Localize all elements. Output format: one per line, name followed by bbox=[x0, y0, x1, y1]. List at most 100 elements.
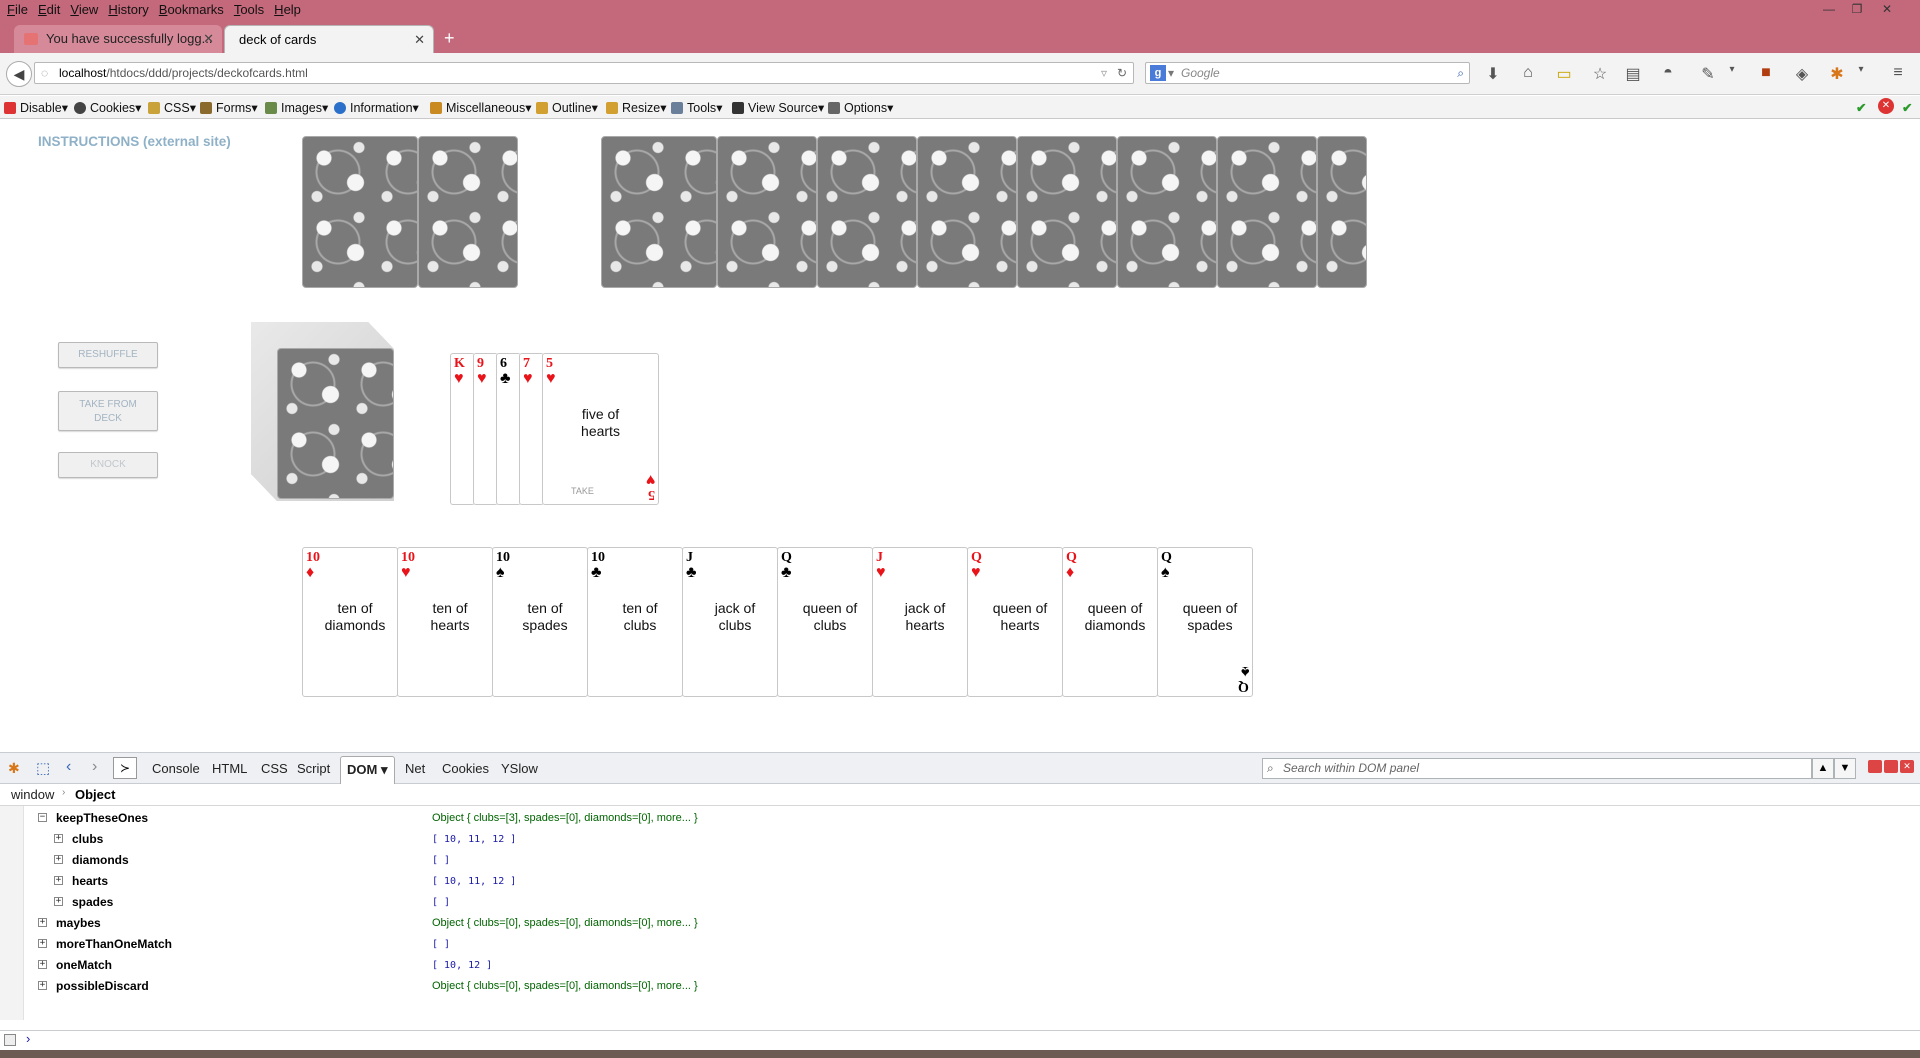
dom-tree-row[interactable]: + spades [ ] bbox=[0, 892, 1920, 913]
dom-tree-row[interactable]: + possibleDiscard Object { clubs=[0], spad… bbox=[0, 976, 1920, 997]
dom-key[interactable]: keepTheseOnes bbox=[56, 808, 148, 829]
menu-help[interactable]: Help bbox=[271, 0, 308, 20]
search-engine-dropdown-icon[interactable]: ▾ bbox=[1168, 63, 1174, 83]
menu-tools[interactable]: Tools bbox=[231, 0, 271, 20]
tab-html[interactable]: HTML bbox=[212, 761, 247, 776]
share-icon[interactable]: ◈ bbox=[1792, 64, 1812, 84]
close-tab-icon[interactable]: ✕ bbox=[414, 32, 425, 48]
dom-value[interactable]: Object { clubs=[3], spades=[0], diamonds… bbox=[432, 808, 698, 829]
take-label[interactable]: TAKE bbox=[571, 486, 594, 496]
expand-icon[interactable]: + bbox=[38, 981, 47, 990]
command-line[interactable]: › bbox=[0, 1030, 1920, 1050]
dom-value[interactable]: [ 10, 11, 12 ] bbox=[432, 829, 516, 850]
back-icon[interactable]: ‹ bbox=[66, 758, 71, 776]
command-editor-icon[interactable]: ≻ bbox=[113, 757, 137, 779]
knock-button[interactable]: KNOCK bbox=[58, 452, 158, 478]
breadcrumb-window[interactable]: window bbox=[11, 787, 54, 802]
check-icon-2[interactable]: ✔ bbox=[1902, 100, 1912, 115]
hand-card[interactable]: 10 ♥ ten of hearts bbox=[397, 547, 493, 697]
download-icon[interactable]: ⬇ bbox=[1483, 64, 1503, 84]
restore-icon[interactable]: ❐ bbox=[1846, 0, 1868, 18]
tab-console[interactable]: Console bbox=[152, 761, 200, 776]
detach-firebug-icon[interactable] bbox=[1884, 760, 1898, 773]
devbar-view-source[interactable]: View Source▾ bbox=[732, 100, 824, 115]
hand-card[interactable]: 10 ♣ ten of clubs bbox=[587, 547, 683, 697]
minimize-firebug-icon[interactable] bbox=[1868, 760, 1882, 773]
google-icon[interactable]: g bbox=[1150, 65, 1166, 81]
dom-key[interactable]: possibleDiscard bbox=[56, 976, 149, 997]
tab-deck-of-cards[interactable]: deck of cards ✕ bbox=[224, 25, 434, 53]
menu-edit[interactable]: Edit bbox=[35, 0, 67, 20]
firebug-icon[interactable]: ✱ bbox=[8, 760, 20, 777]
dom-tree-row[interactable]: + oneMatch [ 10, 12 ] bbox=[0, 955, 1920, 976]
dom-search-input[interactable]: ⌕ Search within DOM panel bbox=[1262, 758, 1812, 779]
expand-icon[interactable]: + bbox=[38, 960, 47, 969]
minimize-icon[interactable]: — bbox=[1818, 0, 1840, 18]
expand-icon[interactable]: + bbox=[38, 939, 47, 948]
deck-top-card-back[interactable] bbox=[277, 348, 394, 499]
dom-value[interactable]: Object { clubs=[0], spades=[0], diamonds… bbox=[432, 913, 698, 934]
hand-card[interactable]: Q ♥ queen of hearts bbox=[967, 547, 1063, 697]
discard-top-card[interactable]: 5 ♥ five of hearts TAKE ♥ 5 bbox=[542, 353, 659, 505]
dom-value[interactable]: [ 10, 12 ] bbox=[432, 955, 492, 976]
hand-card[interactable]: Q ♣ queen of clubs bbox=[777, 547, 873, 697]
tab-yslow[interactable]: YSlow bbox=[501, 761, 538, 776]
instructions-link[interactable]: INSTRUCTIONS (external site) bbox=[38, 134, 231, 149]
tab-dom[interactable]: DOM ▾ bbox=[340, 756, 395, 784]
home-icon[interactable]: ⌂ bbox=[1518, 64, 1538, 82]
devbar-disable[interactable]: Disable▾ bbox=[4, 100, 68, 115]
tab-cookies[interactable]: Cookies bbox=[442, 761, 489, 776]
dom-value[interactable]: [ ] bbox=[432, 934, 450, 955]
hand-card[interactable]: 10 ♦ ten of diamonds bbox=[302, 547, 398, 697]
dom-tree-row[interactable]: + clubs [ 10, 11, 12 ] bbox=[0, 829, 1920, 850]
check-icon[interactable]: ✔ bbox=[1856, 100, 1866, 115]
dom-tree-row[interactable]: + diamonds [ ] bbox=[0, 850, 1920, 871]
expand-icon[interactable]: + bbox=[38, 918, 47, 927]
dropdown-arrow-icon[interactable]: ▿ bbox=[1101, 63, 1107, 83]
dom-tree-row[interactable]: + hearts [ 10, 11, 12 ] bbox=[0, 871, 1920, 892]
devbar-forms[interactable]: Forms▾ bbox=[200, 100, 258, 115]
new-tab-button[interactable]: + bbox=[444, 28, 455, 49]
tab-script[interactable]: Script bbox=[297, 761, 330, 776]
devbar-resize[interactable]: Resize▾ bbox=[606, 100, 667, 115]
menu-history[interactable]: History bbox=[105, 0, 155, 20]
devbar-outline[interactable]: Outline▾ bbox=[536, 100, 598, 115]
devbar-css[interactable]: CSS▾ bbox=[148, 100, 196, 115]
dom-key[interactable]: moreThanOneMatch bbox=[56, 934, 172, 955]
dom-key[interactable]: hearts bbox=[72, 871, 108, 892]
devbar-images[interactable]: Images▾ bbox=[265, 100, 328, 115]
eyedropper-icon[interactable]: ✎ bbox=[1698, 64, 1718, 84]
dom-key[interactable]: oneMatch bbox=[56, 955, 112, 976]
collapse-icon[interactable]: − bbox=[38, 813, 47, 822]
dom-tree-row[interactable]: + maybes Object { clubs=[0], spades=[0], d… bbox=[0, 913, 1920, 934]
pocket-icon[interactable]: ◓ bbox=[1658, 64, 1678, 82]
dom-value[interactable]: [ 10, 11, 12 ] bbox=[432, 871, 516, 892]
search-prev-icon[interactable]: ▲ bbox=[1812, 758, 1834, 779]
dom-tree-row[interactable]: + moreThanOneMatch [ ] bbox=[0, 934, 1920, 955]
dom-key[interactable]: diamonds bbox=[72, 850, 129, 871]
hand-card[interactable]: 10 ♠ ten of spades bbox=[492, 547, 588, 697]
tab-login[interactable]: You have successfully logg... ✕ bbox=[14, 25, 222, 53]
dropdown-icon[interactable]: ▾ bbox=[1722, 64, 1742, 75]
breadcrumb-object[interactable]: Object bbox=[75, 787, 115, 802]
menu-view[interactable]: View bbox=[67, 0, 105, 20]
firebug-icon[interactable]: ✱ bbox=[1827, 64, 1847, 84]
command-line-icon[interactable] bbox=[4, 1034, 16, 1046]
reshuffle-button[interactable]: RESHUFFLE bbox=[58, 342, 158, 368]
close-tab-icon[interactable]: ✕ bbox=[203, 31, 214, 47]
menu-file[interactable]: File bbox=[4, 0, 35, 20]
search-bar[interactable]: g ▾ Google ⌕ bbox=[1145, 62, 1470, 84]
dom-value[interactable]: [ ] bbox=[432, 892, 450, 913]
expand-icon[interactable]: + bbox=[54, 834, 63, 843]
bookmarks-list-icon[interactable]: ▤ bbox=[1623, 64, 1643, 84]
devbar-cookies[interactable]: Cookies▾ bbox=[74, 100, 141, 115]
dom-key[interactable]: clubs bbox=[72, 829, 103, 850]
expand-icon[interactable]: + bbox=[54, 855, 63, 864]
expand-icon[interactable]: + bbox=[54, 897, 63, 906]
hand-card[interactable]: Q ♠ queen of spades ♠ Q bbox=[1157, 547, 1253, 697]
reload-icon[interactable]: ↻ bbox=[1117, 63, 1127, 83]
dom-tree-row[interactable]: − keepTheseOnes Object { clubs=[3], spades… bbox=[0, 808, 1920, 829]
hand-card[interactable]: J ♣ jack of clubs bbox=[682, 547, 778, 697]
error-icon[interactable]: ✕ bbox=[1878, 98, 1894, 114]
devbar-information[interactable]: Information▾ bbox=[334, 100, 419, 115]
